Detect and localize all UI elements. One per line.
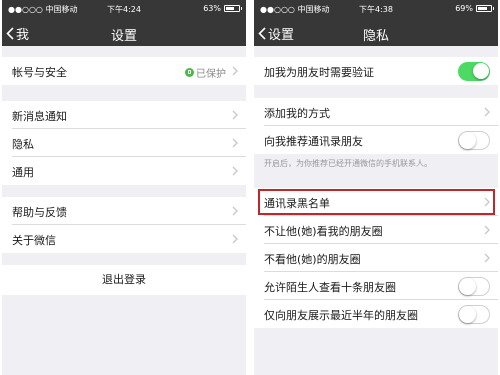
verification-toggle[interactable] [458, 62, 490, 81]
list-item-help-feedback[interactable]: 帮助与反馈 [2, 197, 246, 225]
list-item-account-security[interactable]: 帐号与安全 已保护 [2, 57, 246, 85]
list-item-notifications[interactable]: 新消息通知 [2, 101, 246, 129]
page-title: 隐私 [362, 29, 389, 44]
protected-label: 已保护 [196, 69, 226, 80]
list-item-label: 允许陌生人查看十条朋友圈 [264, 281, 396, 294]
list-item-label: 关于微信 [12, 234, 56, 247]
page-title: 设置 [110, 29, 137, 44]
half-year-toggle[interactable] [458, 305, 490, 324]
recommend-contacts-toggle[interactable] [458, 131, 490, 150]
toggle-knob [459, 278, 476, 295]
list-item-half-year-moments: 仅向朋友展示最近半年的朋友圈 [254, 300, 498, 328]
list-item-add-methods[interactable]: 添加我的方式 [254, 98, 498, 126]
toggle-knob [459, 132, 476, 149]
list-item-friend-verification: 加我为朋友时需要验证 [254, 57, 498, 85]
chevron-right-icon [232, 206, 238, 216]
list-item-label: 帮助与反馈 [12, 206, 67, 219]
chevron-right-icon [232, 138, 238, 148]
list-item-dont-view-moments[interactable]: 不看他(她)的朋友圈 [254, 244, 498, 272]
logout-button[interactable]: 退出登录 [2, 265, 246, 295]
battery-percent: 69% [455, 4, 473, 13]
status-bar: ●●○○○ 中国移动 下午4:24 63% [2, 0, 246, 20]
toggle-knob [473, 63, 489, 79]
chevron-right-icon [484, 225, 490, 235]
list-item-recommend-contacts: 向我推荐通讯录朋友 [254, 126, 498, 154]
shield-icon [185, 68, 194, 77]
strangers-view-toggle[interactable] [458, 277, 490, 296]
chevron-right-icon [484, 253, 490, 263]
list-item-about[interactable]: 关于微信 [2, 225, 246, 253]
settings-group-2: 新消息通知 隐私 通用 [2, 101, 246, 185]
list-item-label: 不看他(她)的朋友圈 [264, 253, 361, 266]
list-item-label: 添加我的方式 [264, 107, 330, 120]
status-bar: ●●○○○ 中国移动 下午4:38 69% [254, 0, 498, 20]
list-item-label: 加我为朋友时需要验证 [264, 66, 374, 79]
list-item-label: 新消息通知 [12, 110, 67, 123]
nav-bar: 我 设置 [2, 20, 246, 46]
list-item-hide-my-moments[interactable]: 不让他(她)看我的朋友圈 [254, 216, 498, 244]
settings-screen: ●●○○○ 中国移动 下午4:24 63% 我 设置 帐号与安全 已保护 新消息… [2, 0, 246, 375]
list-item-privacy[interactable]: 隐私 [2, 129, 246, 157]
chevron-right-icon [232, 66, 238, 76]
protected-status: 已保护 [185, 65, 226, 80]
chevron-right-icon [232, 166, 238, 176]
privacy-screen: ●●○○○ 中国移动 下午4:38 69% 设置 隐私 加我为朋友时需要验证 添… [254, 0, 498, 375]
nav-bar: 设置 隐私 [254, 20, 498, 46]
list-item-strangers-view: 允许陌生人查看十条朋友圈 [254, 272, 498, 300]
battery-icon [476, 5, 494, 12]
list-item-label: 向我推荐通讯录朋友 [264, 135, 363, 148]
recommend-note: 开启后，为你推荐已经开通微信的手机联系人。 [264, 159, 432, 168]
battery-icon [224, 5, 242, 12]
list-item-label: 隐私 [12, 138, 34, 151]
status-right: 63% [203, 4, 242, 13]
chevron-right-icon [232, 234, 238, 244]
verify-group: 加我为朋友时需要验证 [254, 57, 498, 85]
chevron-right-icon [484, 107, 490, 117]
status-right: 69% [455, 4, 494, 13]
highlight-box [258, 189, 495, 215]
toggle-knob [459, 306, 476, 323]
settings-group-3: 帮助与反馈 关于微信 [2, 197, 246, 253]
list-item-label: 不让他(她)看我的朋友圈 [264, 225, 383, 238]
account-group: 帐号与安全 已保护 [2, 57, 246, 85]
list-item-label: 通用 [12, 166, 34, 179]
battery-percent: 63% [203, 4, 221, 13]
chevron-right-icon [232, 110, 238, 120]
list-item-label: 帐号与安全 [12, 66, 67, 79]
list-item-label: 仅向朋友展示最近半年的朋友圈 [264, 309, 418, 322]
privacy-group-2: 添加我的方式 向我推荐通讯录朋友 [254, 98, 498, 154]
list-item-general[interactable]: 通用 [2, 157, 246, 185]
